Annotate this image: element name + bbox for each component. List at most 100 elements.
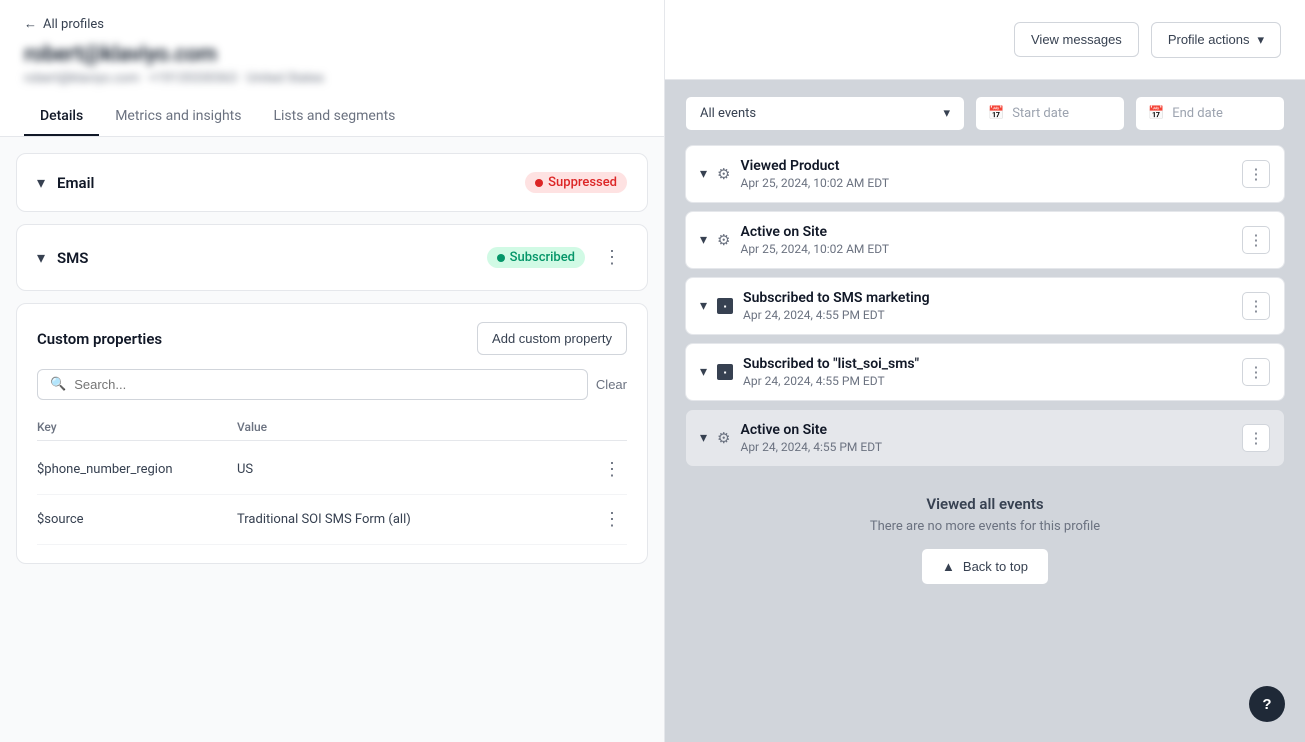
tab-details[interactable]: Details bbox=[24, 98, 99, 136]
event-info: Subscribed to SMS marketing Apr 24, 2024… bbox=[743, 290, 1232, 322]
profile-tabs: Details Metrics and insights Lists and s… bbox=[24, 98, 640, 136]
filter-row: All events ▾ 📅 Start date 📅 End date bbox=[685, 96, 1285, 131]
chevron-up-icon: ▲ bbox=[942, 559, 955, 574]
gear-icon: ⚙ bbox=[717, 429, 730, 447]
email-badge-dot bbox=[535, 179, 543, 187]
event-date: Apr 24, 2024, 4:55 PM EDT bbox=[740, 440, 1232, 454]
prop-value-0: US bbox=[237, 462, 597, 477]
left-panel: ← All profiles robert@klaviyo.com robert… bbox=[0, 0, 665, 742]
event-title: Subscribed to "list_soi_sms" bbox=[743, 356, 1232, 372]
custom-props-search-input[interactable] bbox=[74, 377, 575, 392]
event-header: ▾ ▪ Subscribed to "list_soi_sms" Apr 24,… bbox=[686, 344, 1284, 400]
gear-icon: ⚙ bbox=[717, 165, 730, 183]
add-custom-property-button[interactable]: Add custom property bbox=[477, 322, 627, 355]
event-chevron-icon[interactable]: ▾ bbox=[700, 298, 707, 314]
events-filter-label: All events bbox=[700, 106, 756, 121]
search-icon: 🔍 bbox=[50, 377, 66, 392]
clear-search-button[interactable]: Clear bbox=[596, 377, 627, 392]
props-key-header: Key bbox=[37, 420, 237, 434]
event-more-button[interactable]: ⋮ bbox=[1242, 292, 1270, 320]
custom-props-header: Custom properties Add custom property bbox=[37, 322, 627, 355]
profile-meta: robert@klaviyo.com · +19135330363 · Unit… bbox=[24, 71, 640, 86]
event-title: Subscribed to SMS marketing bbox=[743, 290, 1232, 306]
table-row: $phone_number_region US ⋮ bbox=[37, 445, 627, 495]
custom-props-search-row: 🔍 Clear bbox=[37, 369, 627, 400]
chevron-down-icon: ▾ bbox=[943, 106, 950, 121]
events-content: All events ▾ 📅 Start date 📅 End date ▾ ⚙… bbox=[665, 80, 1305, 742]
props-table: Key Value $phone_number_region US ⋮ $sou… bbox=[37, 414, 627, 545]
end-date-label: End date bbox=[1172, 106, 1223, 121]
event-header: ▾ ⚙ Viewed Product Apr 25, 2024, 10:02 A… bbox=[686, 146, 1284, 202]
event-info: Active on Site Apr 24, 2024, 4:55 PM EDT bbox=[740, 422, 1232, 454]
profile-header: ← All profiles robert@klaviyo.com robert… bbox=[0, 0, 664, 137]
events-filter-dropdown[interactable]: All events ▾ bbox=[685, 96, 965, 131]
back-to-top-button[interactable]: ▲ Back to top bbox=[921, 548, 1049, 585]
viewed-all-title: Viewed all events bbox=[695, 495, 1275, 513]
event-header: ▾ ⚙ Active on Site Apr 24, 2024, 4:55 PM… bbox=[686, 410, 1284, 466]
end-date-input[interactable]: 📅 End date bbox=[1135, 96, 1285, 131]
event-chevron-icon[interactable]: ▾ bbox=[700, 364, 707, 380]
profile-actions-button[interactable]: Profile actions ▾ bbox=[1151, 22, 1281, 58]
sms-chevron-button[interactable]: ▾ bbox=[37, 248, 45, 268]
viewed-all-subtitle: There are no more events for this profil… bbox=[695, 519, 1275, 534]
event-item: ▾ ▪ Subscribed to SMS marketing Apr 24, … bbox=[685, 277, 1285, 335]
event-chevron-icon[interactable]: ▾ bbox=[700, 232, 707, 248]
event-title: Viewed Product bbox=[740, 158, 1232, 174]
email-chevron-button[interactable]: ▾ bbox=[37, 173, 45, 193]
flag-icon: ▪ bbox=[717, 364, 733, 380]
chevron-down-icon: ▾ bbox=[1257, 32, 1264, 48]
right-panel: View messages Profile actions ▾ All even… bbox=[665, 0, 1305, 742]
event-item: ▾ ▪ Subscribed to "list_soi_sms" Apr 24,… bbox=[685, 343, 1285, 401]
event-more-button[interactable]: ⋮ bbox=[1242, 226, 1270, 254]
prop-key-0: $phone_number_region bbox=[37, 462, 237, 477]
left-content: ▾ Email Suppressed ▾ SMS Subscribed ⋮ bbox=[0, 137, 664, 580]
email-status-badge: Suppressed bbox=[525, 172, 627, 193]
calendar-icon: 📅 bbox=[1148, 106, 1164, 121]
custom-props-search-box: 🔍 bbox=[37, 369, 588, 400]
event-info: Viewed Product Apr 25, 2024, 10:02 AM ED… bbox=[740, 158, 1232, 190]
event-header: ▾ ⚙ Active on Site Apr 25, 2024, 10:02 A… bbox=[686, 212, 1284, 268]
tab-metrics[interactable]: Metrics and insights bbox=[99, 98, 257, 136]
viewed-all-section: Viewed all events There are no more even… bbox=[685, 475, 1285, 595]
tab-lists[interactable]: Lists and segments bbox=[257, 98, 411, 136]
event-chevron-icon[interactable]: ▾ bbox=[700, 430, 707, 446]
event-date: Apr 24, 2024, 4:55 PM EDT bbox=[743, 308, 1232, 322]
back-arrow-icon: ← bbox=[24, 16, 37, 32]
event-item: ▾ ⚙ Active on Site Apr 24, 2024, 4:55 PM… bbox=[685, 409, 1285, 467]
sms-channel-card: ▾ SMS Subscribed ⋮ bbox=[16, 224, 648, 291]
event-chevron-icon[interactable]: ▾ bbox=[700, 166, 707, 182]
flag-icon: ▪ bbox=[717, 298, 733, 314]
sms-more-button[interactable]: ⋮ bbox=[597, 243, 627, 272]
back-to-top-label: Back to top bbox=[963, 559, 1028, 574]
right-header: View messages Profile actions ▾ bbox=[665, 0, 1305, 80]
email-badge-label: Suppressed bbox=[548, 175, 617, 190]
sms-status-badge: Subscribed bbox=[487, 247, 585, 268]
event-header: ▾ ▪ Subscribed to SMS marketing Apr 24, … bbox=[686, 278, 1284, 334]
props-value-header: Value bbox=[237, 420, 627, 434]
event-item: ▾ ⚙ Viewed Product Apr 25, 2024, 10:02 A… bbox=[685, 145, 1285, 203]
event-title: Active on Site bbox=[740, 422, 1232, 438]
event-more-button[interactable]: ⋮ bbox=[1242, 160, 1270, 188]
profile-name: robert@klaviyo.com bbox=[24, 42, 640, 67]
event-info: Subscribed to "list_soi_sms" Apr 24, 202… bbox=[743, 356, 1232, 388]
event-title: Active on Site bbox=[740, 224, 1232, 240]
sms-channel-label: SMS bbox=[57, 249, 475, 267]
profile-actions-label: Profile actions bbox=[1168, 32, 1250, 47]
start-date-input[interactable]: 📅 Start date bbox=[975, 96, 1125, 131]
prop-menu-0[interactable]: ⋮ bbox=[597, 455, 627, 484]
event-date: Apr 25, 2024, 10:02 AM EDT bbox=[740, 176, 1232, 190]
event-more-button[interactable]: ⋮ bbox=[1242, 358, 1270, 386]
event-more-button[interactable]: ⋮ bbox=[1242, 424, 1270, 452]
back-to-profiles-link[interactable]: ← All profiles bbox=[24, 16, 640, 32]
custom-properties-card: Custom properties Add custom property 🔍 … bbox=[16, 303, 648, 564]
back-label: All profiles bbox=[43, 17, 104, 32]
help-button[interactable]: ? bbox=[1249, 686, 1285, 722]
view-messages-button[interactable]: View messages bbox=[1014, 22, 1139, 57]
prop-key-1: $source bbox=[37, 512, 237, 527]
email-channel-label: Email bbox=[57, 174, 513, 192]
sms-badge-label: Subscribed bbox=[510, 250, 575, 265]
prop-menu-1[interactable]: ⋮ bbox=[597, 505, 627, 534]
event-date: Apr 25, 2024, 10:02 AM EDT bbox=[740, 242, 1232, 256]
email-channel-row: ▾ Email Suppressed bbox=[37, 172, 627, 193]
start-date-label: Start date bbox=[1012, 106, 1069, 121]
